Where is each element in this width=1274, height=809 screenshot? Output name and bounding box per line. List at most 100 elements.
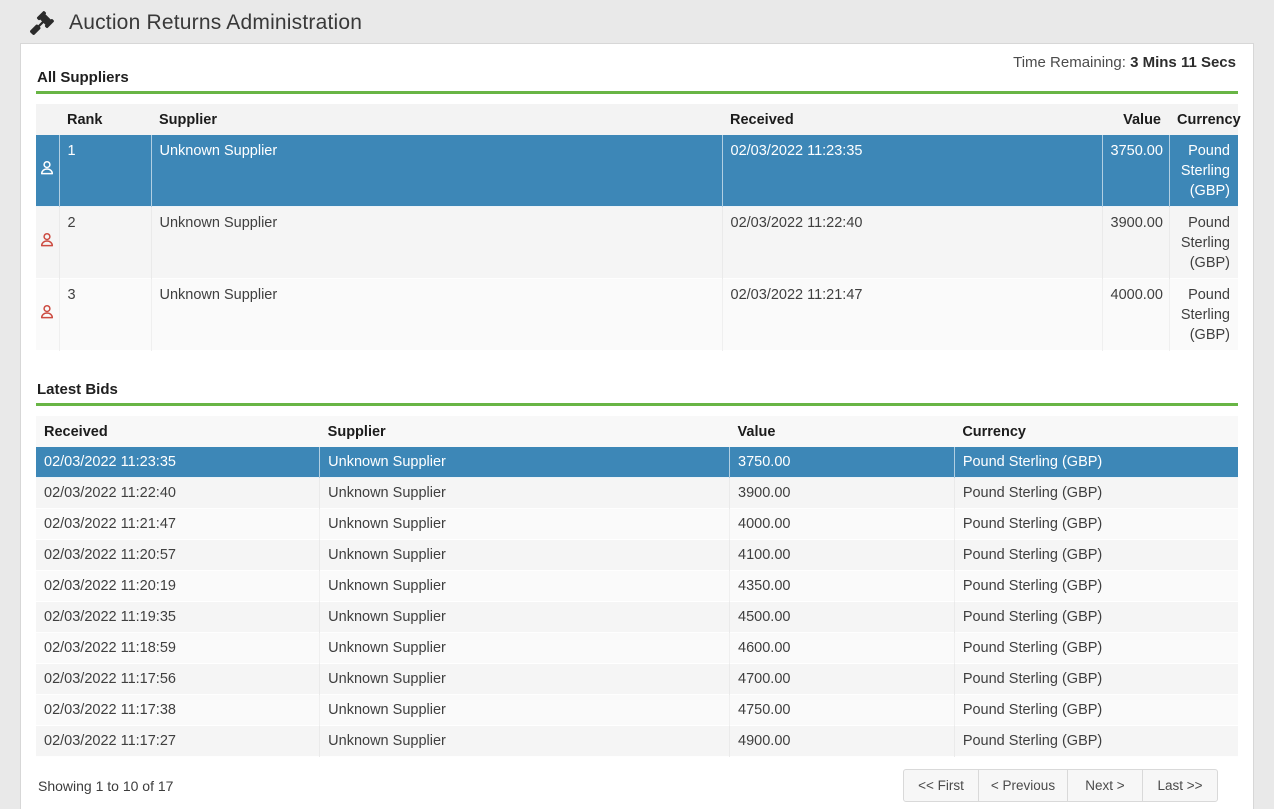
bid-currency-cell: Pound Sterling (GBP) <box>954 602 1238 633</box>
latest-bids-table: ReceivedSupplierValueCurrency 02/03/2022… <box>36 416 1238 757</box>
bid-row[interactable]: 02/03/2022 11:17:56Unknown Supplier4700.… <box>36 664 1238 695</box>
supplier-received-cell: 02/03/2022 11:21:47 <box>722 279 1102 351</box>
supplier-currency-cell: Pound Sterling (GBP) <box>1169 135 1238 207</box>
time-remaining-label: Time Remaining: <box>1013 54 1126 71</box>
user-icon <box>39 304 55 320</box>
all-suppliers-heading: All Suppliers <box>36 69 1238 94</box>
pagination: << First< PreviousNext >Last >> <box>903 769 1218 802</box>
bid-currency-cell: Pound Sterling (GBP) <box>954 633 1238 664</box>
bid-supplier-cell: Unknown Supplier <box>320 447 730 478</box>
content-card: Time Remaining: 3 Mins 11 Secs All Suppl… <box>20 43 1254 809</box>
bid-received-cell: 02/03/2022 11:17:27 <box>36 726 320 757</box>
latest-bids-column-header-value: Value <box>730 416 955 447</box>
bid-supplier-cell: Unknown Supplier <box>320 509 730 540</box>
all-suppliers-column-header-rank: Rank <box>59 104 151 135</box>
showing-summary: Showing 1 to 10 of 17 <box>38 778 173 794</box>
bid-row[interactable]: 02/03/2022 11:17:38Unknown Supplier4750.… <box>36 695 1238 726</box>
bid-currency-cell: Pound Sterling (GBP) <box>954 571 1238 602</box>
bid-value-cell: 4750.00 <box>730 695 955 726</box>
bid-value-cell: 4700.00 <box>730 664 955 695</box>
pagination-last-button[interactable]: Last >> <box>1142 769 1218 802</box>
supplier-rank-cell: 3 <box>59 279 151 351</box>
bid-currency-cell: Pound Sterling (GBP) <box>954 509 1238 540</box>
supplier-row[interactable]: 2Unknown Supplier02/03/2022 11:22:403900… <box>36 207 1238 279</box>
all-suppliers-column-header-value: Value <box>1102 104 1169 135</box>
bid-currency-cell: Pound Sterling (GBP) <box>954 664 1238 695</box>
bid-value-cell: 4900.00 <box>730 726 955 757</box>
time-remaining-value: 3 Mins 11 Secs <box>1130 54 1236 71</box>
bid-supplier-cell: Unknown Supplier <box>320 478 730 509</box>
bid-value-cell: 4600.00 <box>730 633 955 664</box>
all-suppliers-icon-column-header <box>36 104 59 135</box>
pagination-previous-button[interactable]: < Previous <box>978 769 1068 802</box>
all-suppliers-column-header-currency: Currency <box>1169 104 1238 135</box>
supplier-value-cell: 3750.00 <box>1102 135 1169 207</box>
bid-supplier-cell: Unknown Supplier <box>320 695 730 726</box>
user-icon <box>39 232 55 248</box>
bid-value-cell: 3900.00 <box>730 478 955 509</box>
latest-bids-column-header-supplier: Supplier <box>320 416 730 447</box>
bid-received-cell: 02/03/2022 11:22:40 <box>36 478 320 509</box>
supplier-currency-cell: Pound Sterling (GBP) <box>1169 207 1238 279</box>
supplier-row[interactable]: 1Unknown Supplier02/03/2022 11:23:353750… <box>36 135 1238 207</box>
all-suppliers-column-header-received: Received <box>722 104 1102 135</box>
bid-value-cell: 4500.00 <box>730 602 955 633</box>
bid-currency-cell: Pound Sterling (GBP) <box>954 478 1238 509</box>
bid-value-cell: 4000.00 <box>730 509 955 540</box>
all-suppliers-header: RankSupplierReceivedValueCurrency <box>36 104 1238 135</box>
auction-admin-screen: Auction Returns Administration Time Rema… <box>0 0 1274 809</box>
bid-received-cell: 02/03/2022 11:20:57 <box>36 540 320 571</box>
bid-received-cell: 02/03/2022 11:17:38 <box>36 695 320 726</box>
bid-supplier-cell: Unknown Supplier <box>320 633 730 664</box>
supplier-received-cell: 02/03/2022 11:22:40 <box>722 207 1102 279</box>
bid-currency-cell: Pound Sterling (GBP) <box>954 726 1238 757</box>
bid-row[interactable]: 02/03/2022 11:19:35Unknown Supplier4500.… <box>36 602 1238 633</box>
page-title: Auction Returns Administration <box>69 11 362 35</box>
supplier-currency-cell: Pound Sterling (GBP) <box>1169 279 1238 351</box>
bid-supplier-cell: Unknown Supplier <box>320 571 730 602</box>
bid-supplier-cell: Unknown Supplier <box>320 602 730 633</box>
supplier-row-icon-cell <box>36 135 59 207</box>
supplier-row-icon-cell <box>36 207 59 279</box>
bid-currency-cell: Pound Sterling (GBP) <box>954 540 1238 571</box>
all-suppliers-table: RankSupplierReceivedValueCurrency 1Unkno… <box>36 104 1238 351</box>
latest-bids-heading: Latest Bids <box>36 381 1238 406</box>
supplier-received-cell: 02/03/2022 11:23:35 <box>722 135 1102 207</box>
supplier-name-cell: Unknown Supplier <box>151 207 722 279</box>
bid-received-cell: 02/03/2022 11:23:35 <box>36 447 320 478</box>
bid-supplier-cell: Unknown Supplier <box>320 726 730 757</box>
bid-received-cell: 02/03/2022 11:17:56 <box>36 664 320 695</box>
latest-bids-column-header-received: Received <box>36 416 320 447</box>
supplier-row-icon-cell <box>36 279 59 351</box>
bid-received-cell: 02/03/2022 11:19:35 <box>36 602 320 633</box>
bid-row[interactable]: 02/03/2022 11:23:35Unknown Supplier3750.… <box>36 447 1238 478</box>
bid-value-cell: 3750.00 <box>730 447 955 478</box>
supplier-rank-cell: 2 <box>59 207 151 279</box>
bid-row[interactable]: 02/03/2022 11:22:40Unknown Supplier3900.… <box>36 478 1238 509</box>
bid-row[interactable]: 02/03/2022 11:21:47Unknown Supplier4000.… <box>36 509 1238 540</box>
supplier-row[interactable]: 3Unknown Supplier02/03/2022 11:21:474000… <box>36 279 1238 351</box>
pagination-first-button[interactable]: << First <box>903 769 979 802</box>
bid-received-cell: 02/03/2022 11:20:19 <box>36 571 320 602</box>
supplier-value-cell: 3900.00 <box>1102 207 1169 279</box>
bid-currency-cell: Pound Sterling (GBP) <box>954 447 1238 478</box>
supplier-name-cell: Unknown Supplier <box>151 135 722 207</box>
supplier-rank-cell: 1 <box>59 135 151 207</box>
bid-value-cell: 4350.00 <box>730 571 955 602</box>
bid-row[interactable]: 02/03/2022 11:17:27Unknown Supplier4900.… <box>36 726 1238 757</box>
bid-currency-cell: Pound Sterling (GBP) <box>954 695 1238 726</box>
supplier-value-cell: 4000.00 <box>1102 279 1169 351</box>
bid-supplier-cell: Unknown Supplier <box>320 664 730 695</box>
supplier-name-cell: Unknown Supplier <box>151 279 722 351</box>
all-suppliers-column-header-supplier: Supplier <box>151 104 722 135</box>
bid-row[interactable]: 02/03/2022 11:18:59Unknown Supplier4600.… <box>36 633 1238 664</box>
latest-bids-header: ReceivedSupplierValueCurrency <box>36 416 1238 447</box>
user-icon <box>39 160 55 176</box>
bid-value-cell: 4100.00 <box>730 540 955 571</box>
bid-received-cell: 02/03/2022 11:18:59 <box>36 633 320 664</box>
pagination-next-button[interactable]: Next > <box>1067 769 1143 802</box>
latest-bids-column-header-currency: Currency <box>954 416 1238 447</box>
table-footer: Showing 1 to 10 of 17 << First< Previous… <box>36 757 1238 809</box>
bid-row[interactable]: 02/03/2022 11:20:57Unknown Supplier4100.… <box>36 540 1238 571</box>
bid-row[interactable]: 02/03/2022 11:20:19Unknown Supplier4350.… <box>36 571 1238 602</box>
